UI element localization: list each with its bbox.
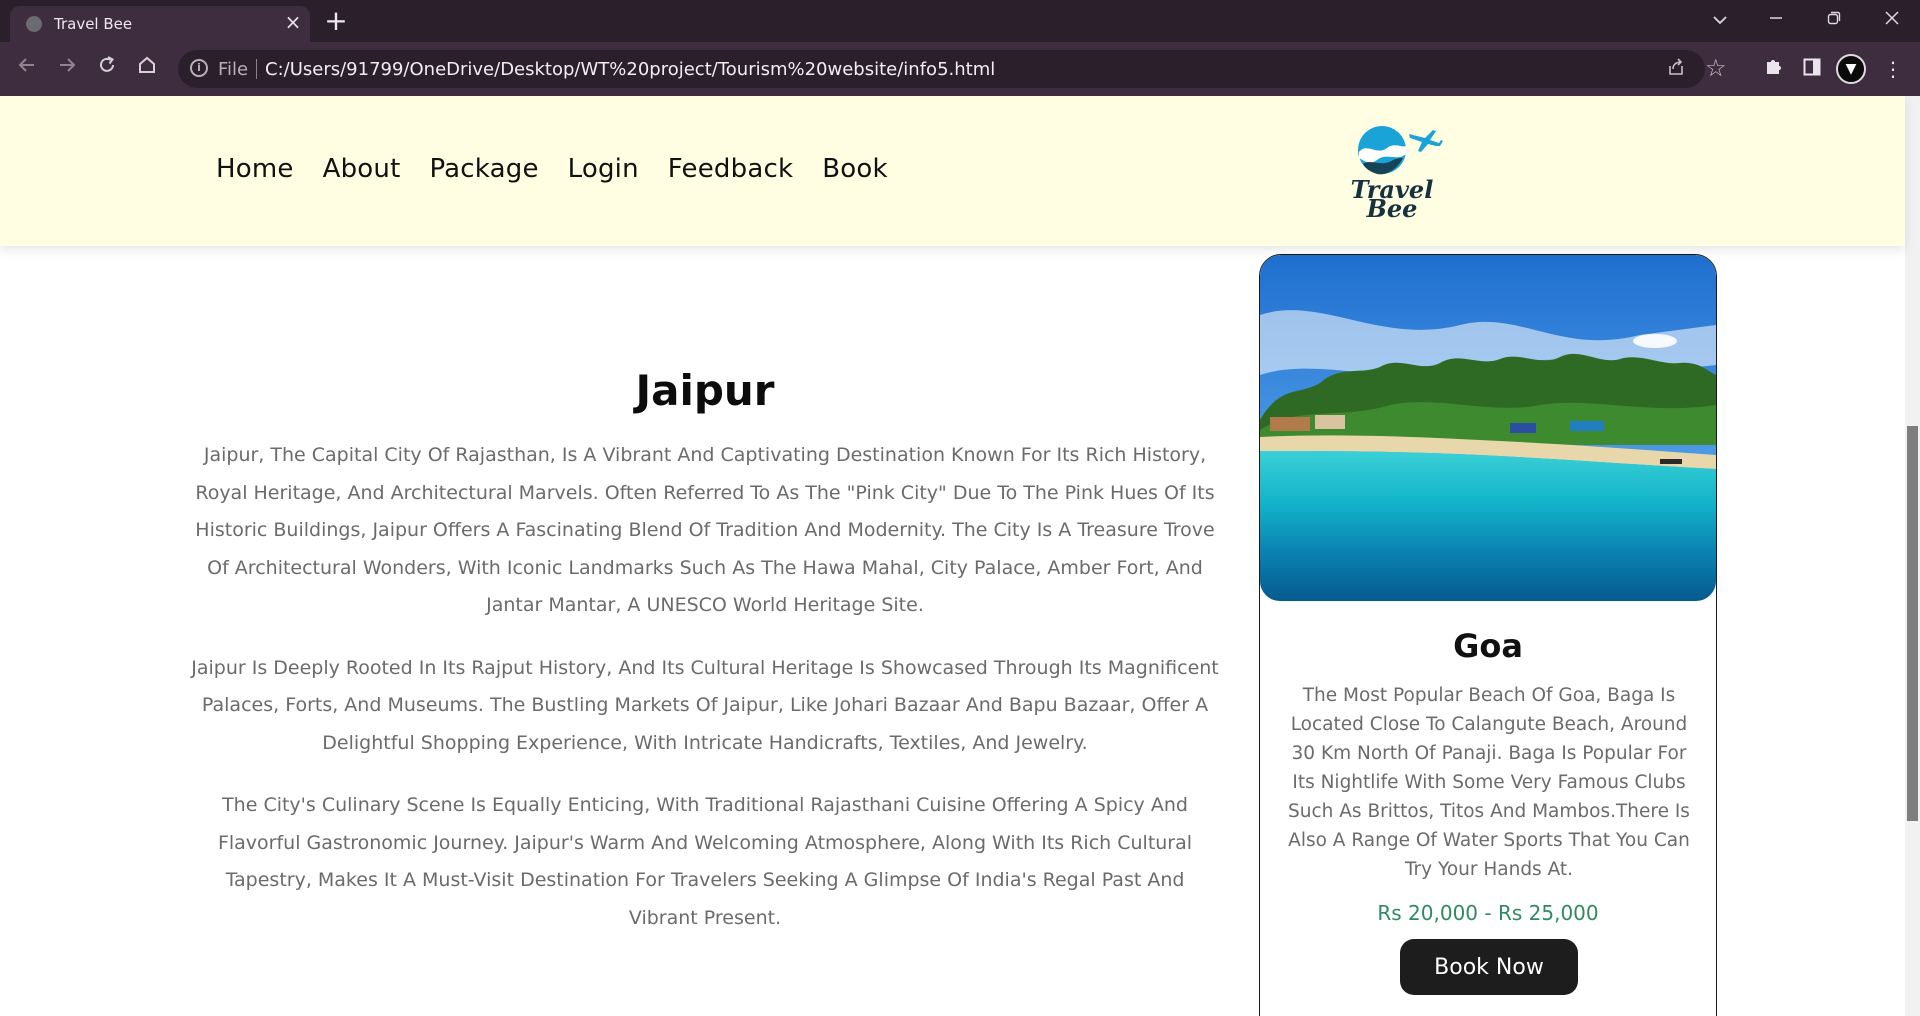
nav-login[interactable]: Login xyxy=(568,154,639,184)
minimize-icon[interactable] xyxy=(1756,6,1796,34)
side-panel-icon[interactable] xyxy=(1797,54,1827,84)
close-tab-icon[interactable]: × xyxy=(282,11,304,33)
article-paragraph-3: The City's Culinary Scene Is Equally Ent… xyxy=(217,794,1193,929)
article-title: Jaipur xyxy=(635,366,775,415)
scrollbar-thumb[interactable] xyxy=(1907,426,1918,821)
close-window-icon[interactable] xyxy=(1872,6,1912,34)
extensions-puzzle-icon[interactable] xyxy=(1758,54,1788,84)
back-arrow-icon[interactable] xyxy=(12,54,42,84)
reload-icon[interactable] xyxy=(92,54,122,84)
page-viewport: Home About Package Login Feedback Book T… xyxy=(0,96,1920,1016)
tab-search-icon[interactable] xyxy=(1700,6,1740,34)
article-paragraph-1: Jaipur, The Capital City Of Rajasthan, I… xyxy=(195,444,1215,616)
bookmark-star-icon[interactable]: ☆ xyxy=(1705,54,1727,82)
card-title: Goa xyxy=(1453,627,1523,665)
tab-title: Travel Bee xyxy=(54,15,133,33)
home-icon[interactable] xyxy=(132,54,162,84)
restore-icon[interactable] xyxy=(1814,6,1854,34)
nav-home[interactable]: Home xyxy=(216,154,294,184)
nav-package[interactable]: Package xyxy=(429,154,538,184)
travel-bee-logo[interactable]: Travel Bee xyxy=(1337,122,1447,222)
browser-tab-strip: Travel Bee × + xyxy=(0,0,1920,42)
article-paragraph-2: Jaipur Is Deeply Rooted In Its Rajput Hi… xyxy=(191,656,1219,754)
forward-arrow-icon[interactable] xyxy=(52,54,82,84)
book-now-button[interactable]: Book Now xyxy=(1400,939,1578,995)
new-tab-button[interactable]: + xyxy=(322,7,350,36)
main-nav: Home About Package Login Feedback Book xyxy=(216,154,888,184)
profile-avatar[interactable]: ▼ xyxy=(1836,54,1866,84)
nav-book[interactable]: Book xyxy=(822,154,888,184)
globe-icon xyxy=(26,16,42,32)
package-card: Goa The Most Popular Beach Of Goa, Baga … xyxy=(1259,254,1717,1016)
goa-beach-image xyxy=(1260,255,1716,601)
card-price: Rs 20,000 - Rs 25,000 xyxy=(1377,901,1599,925)
destination-article: Jaipur Jaipur, The Capital City Of Rajas… xyxy=(190,366,1220,962)
share-icon[interactable] xyxy=(1666,57,1686,82)
logo-text-line2: Bee xyxy=(1366,194,1418,223)
logo-wave-globe-icon xyxy=(1358,126,1443,175)
nav-feedback[interactable]: Feedback xyxy=(668,154,793,184)
browser-tab[interactable]: Travel Bee × xyxy=(10,6,310,42)
url-text[interactable]: C:/Users/91799/OneDrive/Desktop/WT%20pro… xyxy=(265,59,995,80)
address-bar[interactable]: i File C:/Users/91799/OneDrive/Desktop/W… xyxy=(178,50,1727,88)
url-scheme-label: File xyxy=(218,59,249,80)
site-header: Home About Package Login Feedback Book T… xyxy=(0,96,1905,246)
card-description: The Most Popular Beach Of Goa, Baga Is L… xyxy=(1288,685,1690,880)
info-icon[interactable]: i xyxy=(190,59,208,77)
nav-about[interactable]: About xyxy=(323,154,401,184)
browser-toolbar: i File C:/Users/91799/OneDrive/Desktop/W… xyxy=(0,42,1920,96)
menu-kebab-icon[interactable]: ⋮ xyxy=(1878,54,1908,84)
url-separator xyxy=(256,59,257,79)
